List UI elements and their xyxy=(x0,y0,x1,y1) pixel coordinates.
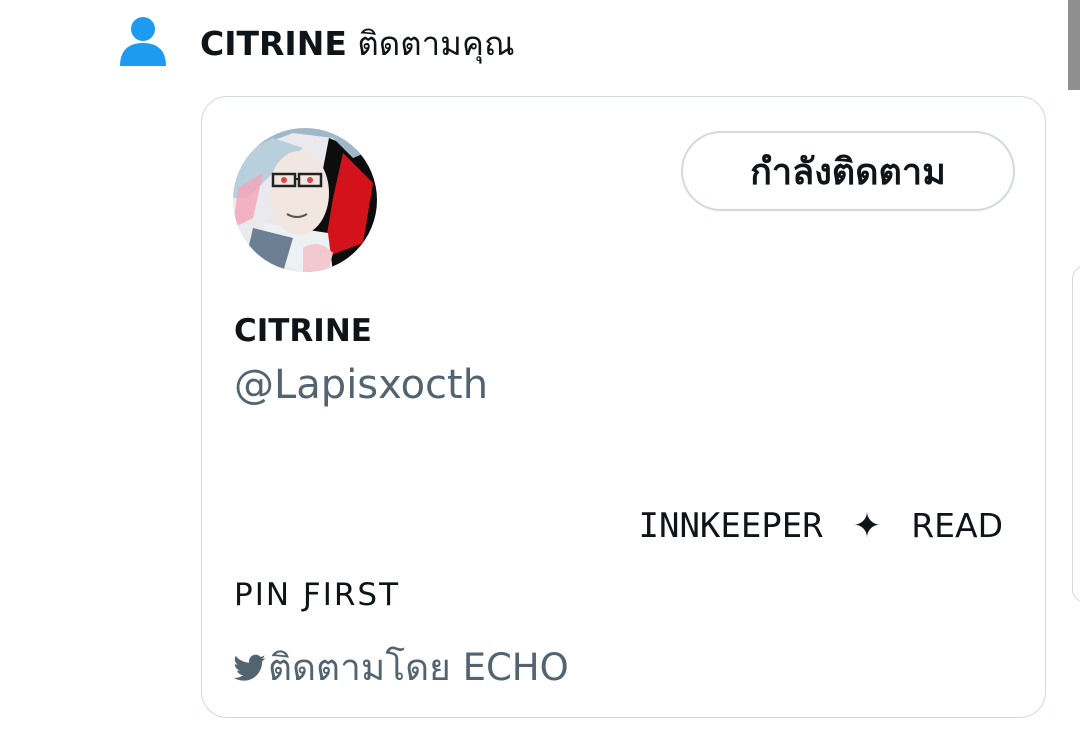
scrollbar[interactable] xyxy=(1068,0,1080,90)
user-handle[interactable]: @Lapisxocth xyxy=(234,359,488,411)
notification-action: ติดตามคุณ xyxy=(357,24,515,63)
followed-by-text[interactable]: ติดตามโดย ECHO xyxy=(268,641,569,695)
notification-text: CITRINE ติดตามคุณ xyxy=(200,22,515,66)
bio-word-innkeeper: INNKEEPER xyxy=(638,506,823,546)
display-name[interactable]: CITRINE xyxy=(234,309,372,353)
notification-user-name[interactable]: CITRINE xyxy=(200,24,347,63)
bird-icon xyxy=(234,654,266,681)
user-card[interactable]: กำลังติดตาม CITRINE @Lapisxocth INNKEEPE… xyxy=(201,96,1046,718)
sparkle-icon: ✦ xyxy=(852,506,882,546)
avatar[interactable] xyxy=(233,128,377,272)
following-button[interactable]: กำลังติดตาม xyxy=(681,131,1015,211)
bio-word-read: READ xyxy=(911,506,1003,545)
adjacent-card-edge xyxy=(1072,265,1080,603)
person-icon xyxy=(120,17,166,66)
bio-line-1: INNKEEPER ✦ READ xyxy=(639,501,1004,551)
bio-line-2: PIN ƑIRST xyxy=(234,577,401,613)
followed-by: ติดตามโดย ECHO xyxy=(234,641,569,695)
